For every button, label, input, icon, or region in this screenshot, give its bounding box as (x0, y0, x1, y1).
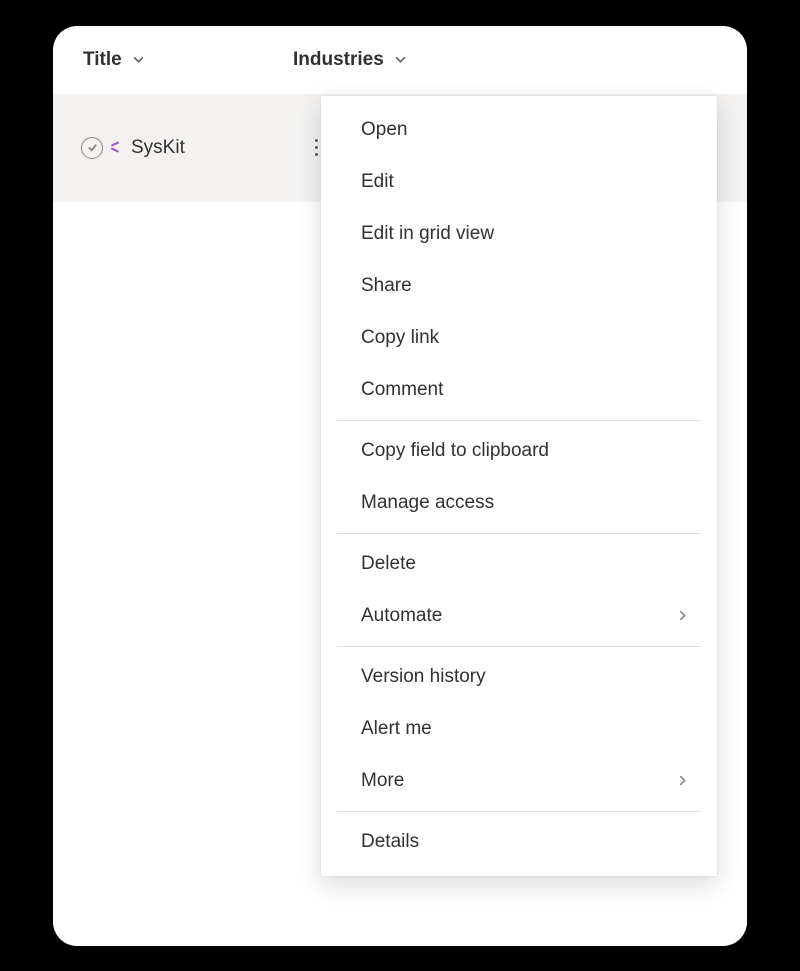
context-menu: Open Edit Edit in grid view Share Copy link C… (321, 96, 717, 876)
menu-item-label: Alert me (361, 718, 432, 740)
menu-item[interactable]: Share (321, 260, 717, 312)
menu-item-label: Copy field to clipboard (361, 440, 549, 462)
column-header-label: Industries (293, 49, 384, 71)
menu-item-label: Version history (361, 666, 486, 688)
item-type-icon (111, 139, 129, 157)
menu-item[interactable]: Edit (321, 156, 717, 208)
list-panel: Title Industries SysKit Open Edit Edit in … (53, 26, 747, 946)
chevron-right-icon (676, 774, 689, 787)
menu-item[interactable]: Copy field to clipboard (321, 425, 717, 477)
menu-item[interactable]: Manage access (321, 477, 717, 529)
menu-item[interactable]: Copy link (321, 312, 717, 364)
item-title[interactable]: SysKit (131, 137, 185, 159)
menu-divider (337, 420, 701, 421)
menu-item-label: Edit (361, 171, 394, 193)
chevron-down-icon (394, 53, 407, 66)
menu-item[interactable]: Alert me (321, 703, 717, 755)
menu-item-label: Edit in grid view (361, 223, 494, 245)
menu-item-label: Share (361, 275, 412, 297)
menu-item[interactable]: Version history (321, 651, 717, 703)
menu-item[interactable]: Edit in grid view (321, 208, 717, 260)
menu-item[interactable]: Open (321, 104, 717, 156)
menu-item[interactable]: Comment (321, 364, 717, 416)
menu-item-label: Manage access (361, 492, 494, 514)
menu-item[interactable]: More (321, 755, 717, 807)
row-select-checkbox[interactable] (81, 137, 103, 159)
menu-divider (337, 811, 701, 812)
menu-divider (337, 533, 701, 534)
column-header-industries[interactable]: Industries (293, 49, 407, 71)
menu-item-label: Automate (361, 605, 442, 627)
menu-item-label: Copy link (361, 327, 439, 349)
table-header: Title Industries (53, 26, 747, 94)
menu-divider (337, 646, 701, 647)
chevron-right-icon (676, 609, 689, 622)
menu-item-label: Open (361, 119, 407, 141)
menu-item-label: Delete (361, 553, 416, 575)
menu-item[interactable]: Delete (321, 538, 717, 590)
column-header-title[interactable]: Title (83, 49, 293, 71)
chevron-down-icon (132, 53, 145, 66)
more-vertical-icon (315, 139, 318, 156)
menu-item-label: Details (361, 831, 419, 853)
column-header-label: Title (83, 49, 122, 71)
menu-item[interactable]: Automate (321, 590, 717, 642)
menu-item[interactable]: Details (321, 816, 717, 868)
menu-item-label: More (361, 770, 404, 792)
menu-item-label: Comment (361, 379, 443, 401)
